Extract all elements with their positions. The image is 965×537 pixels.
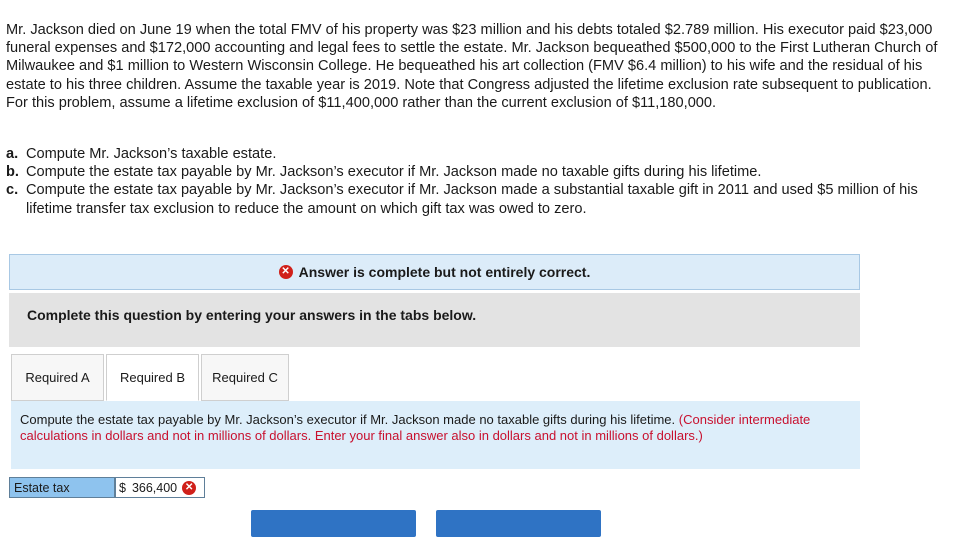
tab-required-a[interactable]: Required A — [11, 354, 104, 401]
tab-required-b[interactable]: Required B — [106, 354, 199, 401]
banner-text: Answer is complete but not entirely corr… — [298, 264, 591, 280]
x-circle-icon: ✕ — [278, 265, 293, 279]
currency-symbol: $ — [119, 480, 126, 495]
part-label: a. — [6, 146, 19, 162]
question-panel: Compute the estate tax payable by Mr. Ja… — [11, 401, 860, 469]
next-button[interactable] — [436, 510, 601, 537]
part-a: a. Compute Mr. Jackson’s taxable estate. — [6, 145, 956, 163]
part-label: b. — [6, 164, 19, 181]
tab-label: Required C — [212, 370, 278, 385]
part-text: Compute Mr. Jackson’s taxable estate. — [26, 146, 277, 162]
estate-tax-input[interactable]: $ 366,400 ✕ — [115, 477, 205, 498]
question-text: Compute the estate tax payable by Mr. Ja… — [20, 412, 676, 427]
x-circle-icon: ✕ — [182, 480, 197, 495]
part-label: c. — [6, 182, 19, 199]
prev-button[interactable] — [251, 510, 416, 537]
instructions-text: Complete this question by entering your … — [27, 307, 477, 323]
part-text: Compute the estate tax payable by Mr. Ja… — [26, 182, 918, 217]
tab-required-c[interactable]: Required C — [201, 354, 289, 401]
required-tabs: Required A Required B Required C — [11, 354, 291, 401]
problem-parts: a. Compute Mr. Jackson’s taxable estate.… — [6, 145, 956, 218]
part-b: b. Compute the estate tax payable by Mr.… — [6, 163, 956, 181]
problem-statement: Mr. Jackson died on June 19 when the tot… — [6, 22, 938, 111]
tab-label: Required A — [25, 370, 90, 385]
part-c: c. Compute the estate tax payable by Mr.… — [6, 181, 956, 217]
estate-tax-label: Estate tax — [9, 477, 115, 498]
instructions-panel: Complete this question by entering your … — [9, 293, 860, 347]
answer-status-banner: ✕ Answer is complete but not entirely co… — [9, 254, 860, 290]
part-text: Compute the estate tax payable by Mr. Ja… — [26, 164, 762, 181]
tab-label: Required B — [119, 370, 186, 385]
estate-tax-value: 366,400 — [131, 480, 178, 495]
